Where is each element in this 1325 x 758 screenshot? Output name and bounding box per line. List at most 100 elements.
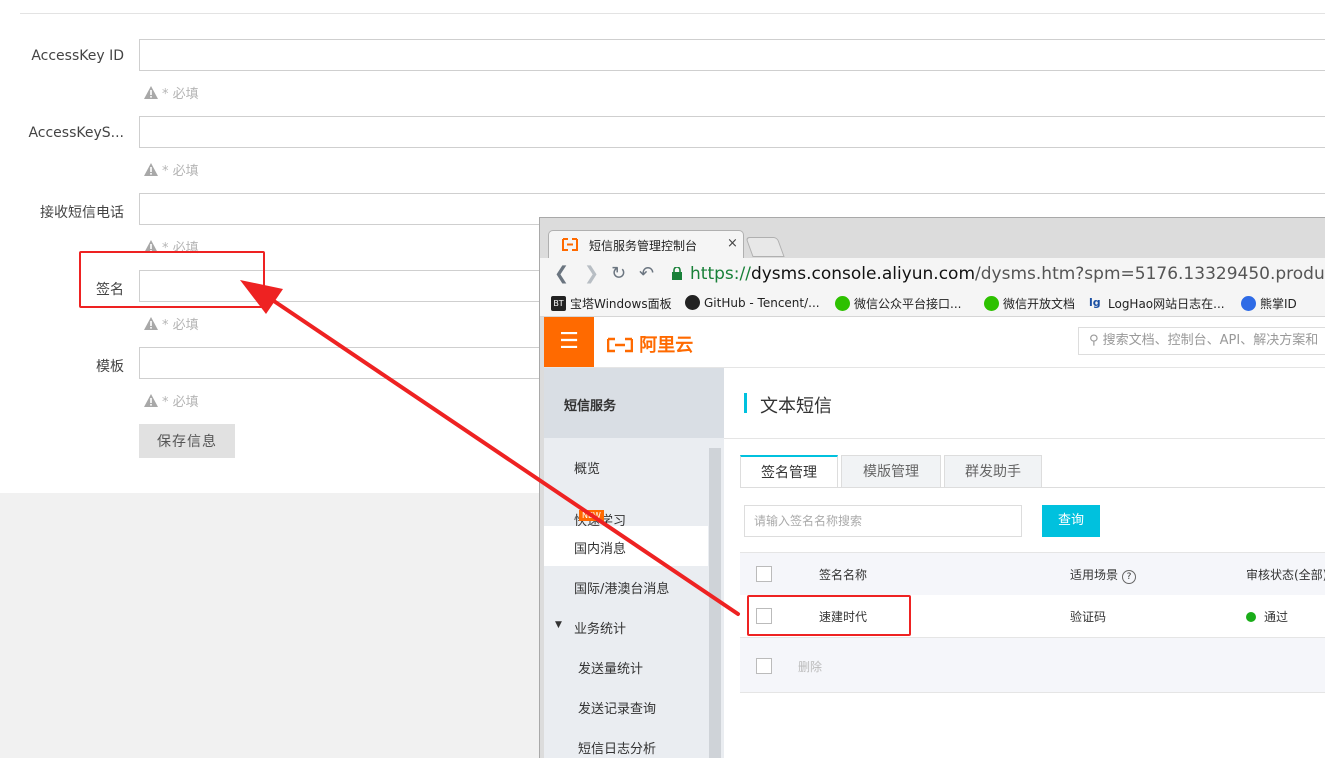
column-header-name: 签名名称 xyxy=(819,568,868,582)
bookmark-xiongzhang[interactable]: 熊掌ID xyxy=(1241,295,1297,312)
divider xyxy=(20,13,1325,14)
select-all-checkbox[interactable] xyxy=(756,566,772,582)
column-header-scene-label: 适用场景 xyxy=(1070,568,1119,582)
scene-cell: 验证码 xyxy=(1070,610,1107,624)
warning-icon xyxy=(144,163,158,176)
title-accent-bar xyxy=(744,393,747,413)
sidebar-item-send-records[interactable]: 发送记录查询 xyxy=(544,686,708,726)
sidebar-item-label: 短信日志分析 xyxy=(578,742,657,757)
required-hint: * 必填 xyxy=(144,391,199,410)
address-bar[interactable]: https://dysms.console.aliyun.com/dysms.h… xyxy=(690,264,1325,284)
sidebar-item-domestic[interactable]: 国内消息 xyxy=(544,526,708,566)
bookmark-github[interactable]: GitHub - Tencent/... xyxy=(685,295,820,310)
template-label: 模板 xyxy=(96,359,124,375)
status-ok-icon xyxy=(1246,612,1256,622)
bookmarks-bar: BT 宝塔Windows面板 GitHub - Tencent/... 微信公众… xyxy=(540,290,1325,317)
sidebar-item-label: 发送量统计 xyxy=(578,662,644,677)
sidebar-title: 短信服务 xyxy=(564,399,617,414)
aliyun-logo-icon xyxy=(606,337,634,353)
caret-down-icon: ▼ xyxy=(555,620,562,630)
signature-search-input[interactable]: 请输入签名名称搜索 xyxy=(744,505,1022,537)
aliyun-console-page: ☰ 阿里云 ⚲ 搜索文档、控制台、API、解决方案和 短信服务 概览 快速学习 N… xyxy=(544,317,1325,758)
sidebar-item-overview[interactable]: 概览 xyxy=(544,446,708,486)
sidebar-item-label: 国际/港澳台消息 xyxy=(574,582,670,597)
help-icon[interactable]: ? xyxy=(1122,570,1137,584)
url-host: dysms.console.aliyun.com xyxy=(750,264,976,284)
bookmark-label: 熊掌ID xyxy=(1260,297,1297,311)
console-search-input[interactable]: ⚲ 搜索文档、控制台、API、解决方案和 xyxy=(1078,327,1325,355)
forward-icon[interactable]: ❯ xyxy=(584,263,599,284)
bookmark-label: 宝塔Windows面板 xyxy=(570,297,672,311)
access-key-secret-label: AccessKeyS... xyxy=(28,125,124,141)
aliyun-favicon-icon xyxy=(562,238,578,251)
tab-strip: 短信服务管理控制台 × xyxy=(540,218,1325,259)
search-placeholder: 搜索文档、控制台、API、解决方案和 xyxy=(1102,333,1319,348)
sidebar-item-send-volume[interactable]: 发送量统计 xyxy=(544,646,708,686)
signature-row-highlight-box xyxy=(747,595,911,636)
table-header: 签名名称 适用场景? 审核状态(全部) xyxy=(740,552,1325,596)
github-icon xyxy=(685,295,700,310)
footer-select-checkbox[interactable] xyxy=(756,658,772,674)
new-badge: NEW xyxy=(579,510,604,521)
close-icon[interactable]: × xyxy=(727,236,738,251)
new-tab-button[interactable] xyxy=(745,237,785,257)
aliyun-logo[interactable]: 阿里云 xyxy=(606,331,694,357)
tabs-divider xyxy=(740,487,1325,488)
bookmark-wechat-docs[interactable]: 微信开放文档 xyxy=(984,295,1075,312)
wechat-icon xyxy=(984,296,999,311)
paw-icon xyxy=(1241,296,1256,311)
main-titlebar: 文本短信 xyxy=(724,368,1325,439)
browser-tab[interactable]: 短信服务管理控制台 × xyxy=(548,230,744,259)
access-key-id-input[interactable] xyxy=(139,39,1325,71)
column-header-scene: 适用场景? xyxy=(1070,566,1137,584)
sidebar-item-international[interactable]: 国际/港澳台消息 xyxy=(544,566,708,606)
main-content: 文本短信 签名管理 模版管理 群发助手 请输入签名名称搜索 查询 签名名称 适用… xyxy=(724,368,1325,758)
save-button[interactable]: 保存信息 xyxy=(139,424,235,458)
hamburger-menu-icon[interactable]: ☰ xyxy=(544,317,594,367)
tab-title: 短信服务管理控制台 xyxy=(589,239,698,253)
sidebar-item-label: 业务统计 xyxy=(574,622,627,637)
bookmark-loghao[interactable]: lg LogHao网站日志在... xyxy=(1089,295,1225,312)
required-hint-text: * 必填 xyxy=(162,87,199,102)
wechat-icon xyxy=(835,296,850,311)
query-button[interactable]: 查询 xyxy=(1042,505,1100,537)
column-header-status[interactable]: 审核状态(全部) xyxy=(1246,566,1325,583)
table-footer: 删除 xyxy=(740,638,1325,693)
required-hint-text: * 必填 xyxy=(162,318,199,333)
sidebar-item-quick-learn[interactable]: 快速学习 NEW xyxy=(544,486,708,529)
reload-icon[interactable]: ↻ xyxy=(611,263,626,284)
access-key-id-label: AccessKey ID xyxy=(31,48,124,64)
console-sidebar: 短信服务 概览 快速学习 NEW 国内消息 国际/港澳台消息 ▼ 业务统计 发送量统… xyxy=(544,368,724,758)
bookmark-label: 微信开放文档 xyxy=(1003,297,1076,311)
page-title: 文本短信 xyxy=(760,396,832,417)
required-hint: * 必填 xyxy=(144,314,199,333)
access-key-secret-input[interactable] xyxy=(139,116,1325,148)
tab-signature-management[interactable]: 签名管理 xyxy=(740,455,838,488)
signature-highlight-box xyxy=(79,251,265,308)
bookmark-wechat-api[interactable]: 微信公众平台接口... xyxy=(835,295,961,312)
tab-bulk-send[interactable]: 群发助手 xyxy=(944,455,1042,488)
undo-icon[interactable]: ↶ xyxy=(639,263,654,284)
warning-icon xyxy=(144,317,158,330)
status-cell: 通过 xyxy=(1246,608,1288,625)
required-hint: * 必填 xyxy=(144,160,199,179)
sidebar-scrollbar[interactable] xyxy=(709,448,721,758)
bookmark-label: 微信公众平台接口... xyxy=(854,297,962,311)
sidebar-item-label: 概览 xyxy=(574,462,601,477)
warning-icon xyxy=(144,86,158,99)
required-hint: * 必填 xyxy=(144,83,199,102)
lock-icon xyxy=(672,267,682,280)
bookmark-baota[interactable]: BT 宝塔Windows面板 xyxy=(551,295,672,312)
sidebar-item-statistics[interactable]: ▼ 业务统计 xyxy=(544,606,708,646)
sidebar-item-log-analysis[interactable]: 短信日志分析 xyxy=(544,726,708,758)
delete-button[interactable]: 删除 xyxy=(798,658,822,675)
phone-label: 接收短信电话 xyxy=(40,205,124,221)
brand-name: 阿里云 xyxy=(639,335,694,356)
back-icon[interactable]: ❮ xyxy=(554,263,569,284)
warning-icon xyxy=(144,394,158,407)
navigation-bar: ❮ ❯ ↻ ↶ https://dysms.console.aliyun.com… xyxy=(540,258,1325,290)
tab-template-management[interactable]: 模版管理 xyxy=(841,455,941,488)
sidebar-item-label: 国内消息 xyxy=(574,542,627,557)
required-hint-text: * 必填 xyxy=(162,395,199,410)
url-scheme: https:// xyxy=(690,264,751,284)
